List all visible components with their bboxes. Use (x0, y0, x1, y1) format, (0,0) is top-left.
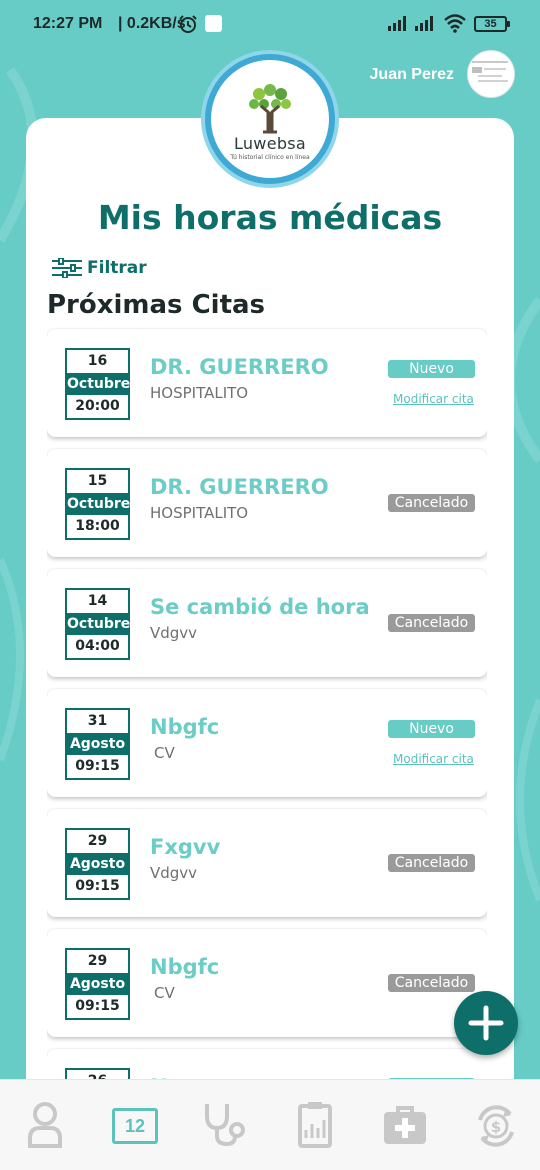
status-badge: Cancelado (388, 494, 475, 512)
date-day: 29 (87, 953, 108, 969)
payment-refresh-icon: $ (478, 1105, 514, 1147)
filter-sliders-icon (52, 258, 82, 278)
battery-icon: 35 (474, 16, 510, 32)
modify-appointment-link[interactable]: Modificar cita (393, 752, 474, 766)
appointment-card[interactable]: 14 Octubre 04:00 Se cambió de hora Vdgvv… (47, 569, 487, 677)
date-day: 15 (87, 473, 108, 489)
date-box: 29 Agosto 09:15 (65, 828, 130, 900)
logo-brand-text: Luwebsa (233, 134, 307, 153)
appointment-title: Se cambió de hora (150, 595, 370, 619)
appointment-list[interactable]: 16 Octubre 20:00 DR. GUERRERO HOSPITALIT… (47, 327, 487, 1079)
date-month: Agosto (67, 973, 128, 995)
stethoscope-icon (205, 1104, 245, 1147)
appointment-subtitle: CV (154, 744, 175, 762)
appointment-card[interactable]: 29 Agosto 09:15 Nbgfc CV Cancelado (47, 929, 487, 1037)
date-day: 29 (87, 833, 108, 849)
date-month: Octubre (67, 493, 130, 515)
date-hour: 18:00 (75, 518, 120, 534)
nav-calendar[interactable]: 12 (112, 1108, 158, 1144)
appointment-title: Nbgfc (150, 715, 220, 739)
status-badge: Nuevo (388, 360, 475, 378)
avatar-image-icon (472, 61, 508, 82)
date-day: 31 (87, 713, 108, 729)
status-bar: 12:27 PM | 0.2KB/s 35 (0, 0, 540, 52)
section-title: Próximas Citas (47, 290, 266, 320)
wifi-icon (444, 14, 466, 33)
date-box: 15 Octubre 18:00 (65, 468, 130, 540)
status-network-speed: | 0.2KB/s (118, 15, 186, 32)
appointment-title: DR. GUERRERO (150, 355, 329, 379)
date-month: Agosto (67, 853, 128, 875)
appointment-subtitle: HOSPITALITO (150, 504, 249, 522)
nav-reports[interactable] (298, 1102, 332, 1153)
clipboard-report-icon (298, 1102, 332, 1148)
appointment-card[interactable]: 29 Agosto 09:15 Fxgvv Vdgvv Cancelado (47, 809, 487, 917)
alarm-icon (179, 15, 197, 33)
nav-medical-kit[interactable] (383, 1106, 427, 1151)
nav-profile[interactable] (28, 1102, 62, 1153)
date-day: 14 (87, 593, 108, 609)
date-hour: 04:00 (75, 638, 120, 654)
appointment-subtitle: Vdgvv (150, 864, 198, 882)
status-badge: Nuevo (388, 720, 475, 738)
notification-app-icon (205, 15, 222, 32)
nav-doctors[interactable] (203, 1102, 249, 1153)
modify-appointment-link[interactable]: Modificar cita (393, 392, 474, 406)
plus-icon (468, 1005, 504, 1041)
user-icon (28, 1102, 62, 1148)
date-day: 16 (87, 353, 108, 369)
date-hour: 09:15 (75, 998, 120, 1014)
tree-logo-icon (249, 84, 291, 134)
user-name[interactable]: Juan Perez (370, 66, 454, 84)
appointment-title: Fxgvv (150, 835, 221, 859)
svg-text:$: $ (491, 1118, 501, 1136)
date-hour: 09:15 (75, 878, 120, 894)
user-avatar[interactable] (467, 50, 515, 98)
appointment-title: Nbgfc (150, 955, 220, 979)
date-box: 14 Octubre 04:00 (65, 588, 130, 660)
status-badge: Cancelado (388, 974, 475, 992)
signal-icon (388, 16, 406, 31)
medical-kit-icon (384, 1106, 426, 1144)
appointment-subtitle: HOSPITALITO (150, 384, 249, 402)
date-month: Octubre (67, 373, 130, 395)
date-month: Octubre (67, 613, 130, 635)
date-box: 31 Agosto 09:15 (65, 708, 130, 780)
appointment-subtitle: CV (154, 984, 175, 1002)
filter-label: Filtrar (87, 258, 147, 278)
date-month: Agosto (67, 733, 128, 755)
status-badge: Cancelado (388, 614, 475, 632)
status-badge: Cancelado (388, 854, 475, 872)
logo-tagline: Tú historial clínico en línea (230, 154, 310, 161)
filter-button[interactable]: Filtrar (52, 258, 147, 278)
date-hour: 20:00 (75, 398, 120, 414)
signal-icon-2 (415, 16, 433, 31)
add-appointment-button[interactable] (454, 991, 518, 1055)
page-title: Mis horas médicas (97, 198, 443, 237)
status-time: 12:27 PM (33, 15, 103, 32)
bottom-navigation: 12 $ (0, 1079, 540, 1170)
nav-payments[interactable]: $ (476, 1104, 516, 1153)
appointment-title: DR. GUERRERO (150, 475, 329, 499)
appointment-card[interactable]: 31 Agosto 09:15 Nbgfc CV Nuevo Modificar… (47, 689, 487, 797)
appointment-card[interactable]: 16 Octubre 20:00 DR. GUERRERO HOSPITALIT… (47, 329, 487, 437)
date-box: 29 Agosto 09:15 (65, 948, 130, 1020)
appointment-card[interactable]: 15 Octubre 18:00 DR. GUERRERO HOSPITALIT… (47, 449, 487, 557)
appointment-subtitle: Vdgvv (150, 624, 198, 642)
app-logo: Luwebsa Tú historial clínico en línea (205, 54, 335, 184)
date-day: 26 (67, 1070, 128, 1079)
date-box: 16 Octubre 20:00 (65, 348, 130, 420)
date-box: 26 (65, 1068, 130, 1079)
appointment-card[interactable]: 26 N (47, 1049, 487, 1079)
date-hour: 09:15 (75, 758, 120, 774)
